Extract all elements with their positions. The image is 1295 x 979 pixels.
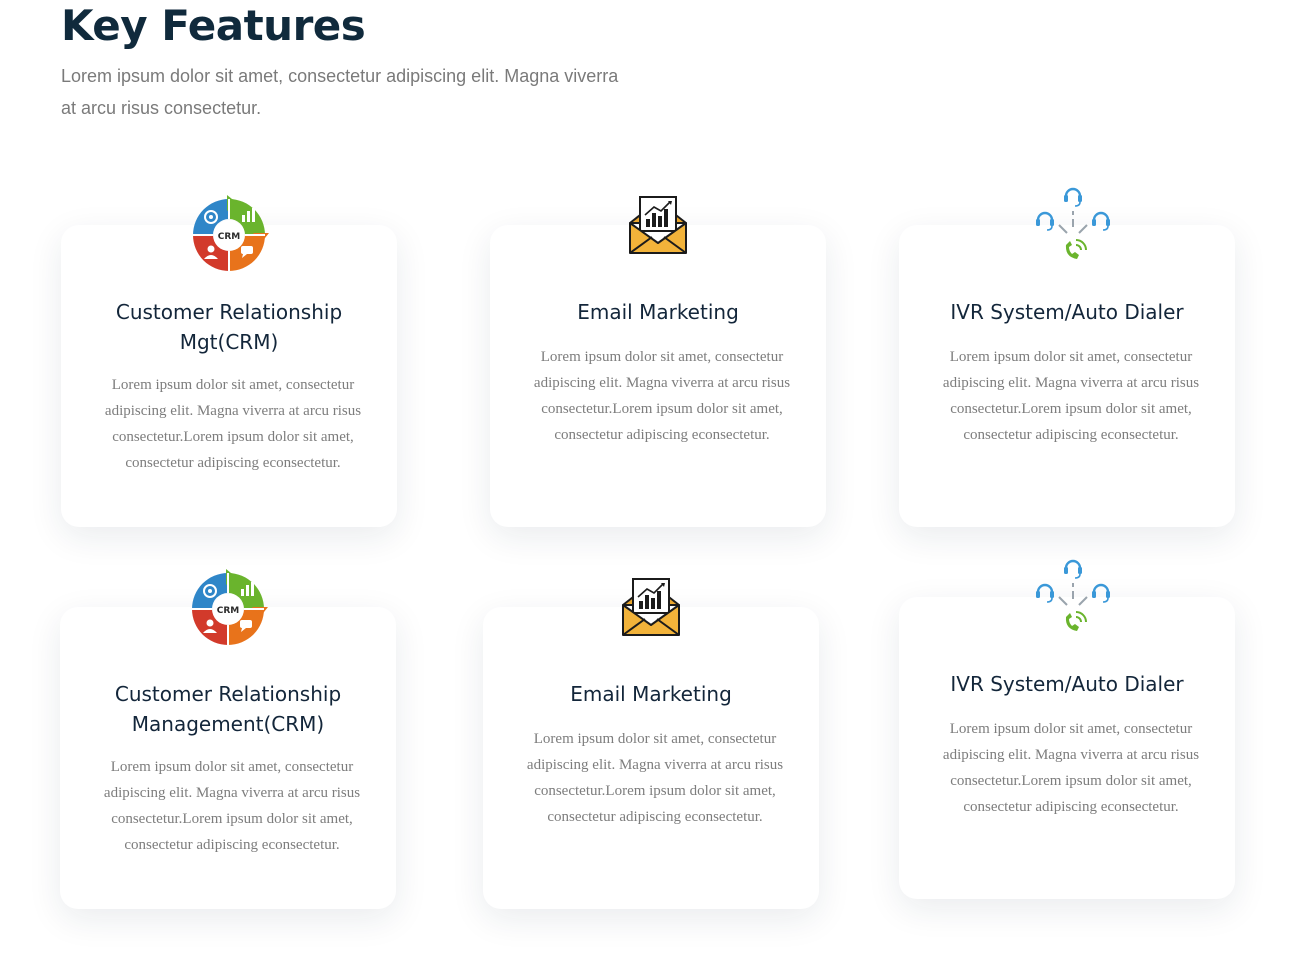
section-subtitle: Lorem ipsum dolor sit amet, consectetur …: [61, 66, 619, 118]
card-description: Lorem ipsum dolor sit amet, consectetur …: [526, 731, 784, 825]
feature-card-crm: CRM Customer Relationship Management(CRM…: [60, 607, 396, 909]
ivr-dialer-icon: [1031, 185, 1115, 269]
feature-card-ivr: IVR System/Auto Dialer Lorem ipsum dolor…: [899, 597, 1235, 899]
card-title: IVR System/Auto Dialer: [950, 300, 1184, 324]
feature-card-ivr: IVR System/Auto Dialer Lorem ipsum dolor…: [899, 225, 1235, 527]
card-description: Lorem ipsum dolor sit amet, consectetur …: [942, 349, 1200, 443]
card-description: Lorem ipsum dolor sit amet, consectetur …: [533, 349, 791, 443]
crm-icon-label: CRM: [218, 232, 241, 242]
feature-card-email: Email Marketing Lorem ipsum dolor sit am…: [490, 225, 826, 527]
ivr-dialer-icon: [1031, 557, 1115, 641]
card-title: Customer Relationship Management(CRM): [114, 682, 342, 736]
card-title: Email Marketing: [570, 682, 732, 706]
feature-card-email: Email Marketing Lorem ipsum dolor sit am…: [483, 607, 819, 909]
card-title: Email Marketing: [577, 300, 739, 324]
section-title: Key Features: [61, 1, 366, 50]
crm-cycle-icon: CRM: [187, 193, 271, 277]
email-marketing-icon: [616, 185, 700, 269]
feature-card-crm: CRM Customer Relationship Mgt(CRM) Lorem…: [61, 225, 397, 527]
card-title: Customer Relationship Mgt(CRM): [115, 300, 343, 354]
email-marketing-icon: [609, 567, 693, 651]
crm-cycle-icon: CRM: [186, 567, 270, 651]
card-description: Lorem ipsum dolor sit amet, consectetur …: [103, 759, 361, 853]
crm-icon-label: CRM: [217, 606, 240, 616]
card-description: Lorem ipsum dolor sit amet, consectetur …: [104, 377, 362, 471]
card-description: Lorem ipsum dolor sit amet, consectetur …: [942, 721, 1200, 815]
card-title: IVR System/Auto Dialer: [950, 672, 1184, 696]
